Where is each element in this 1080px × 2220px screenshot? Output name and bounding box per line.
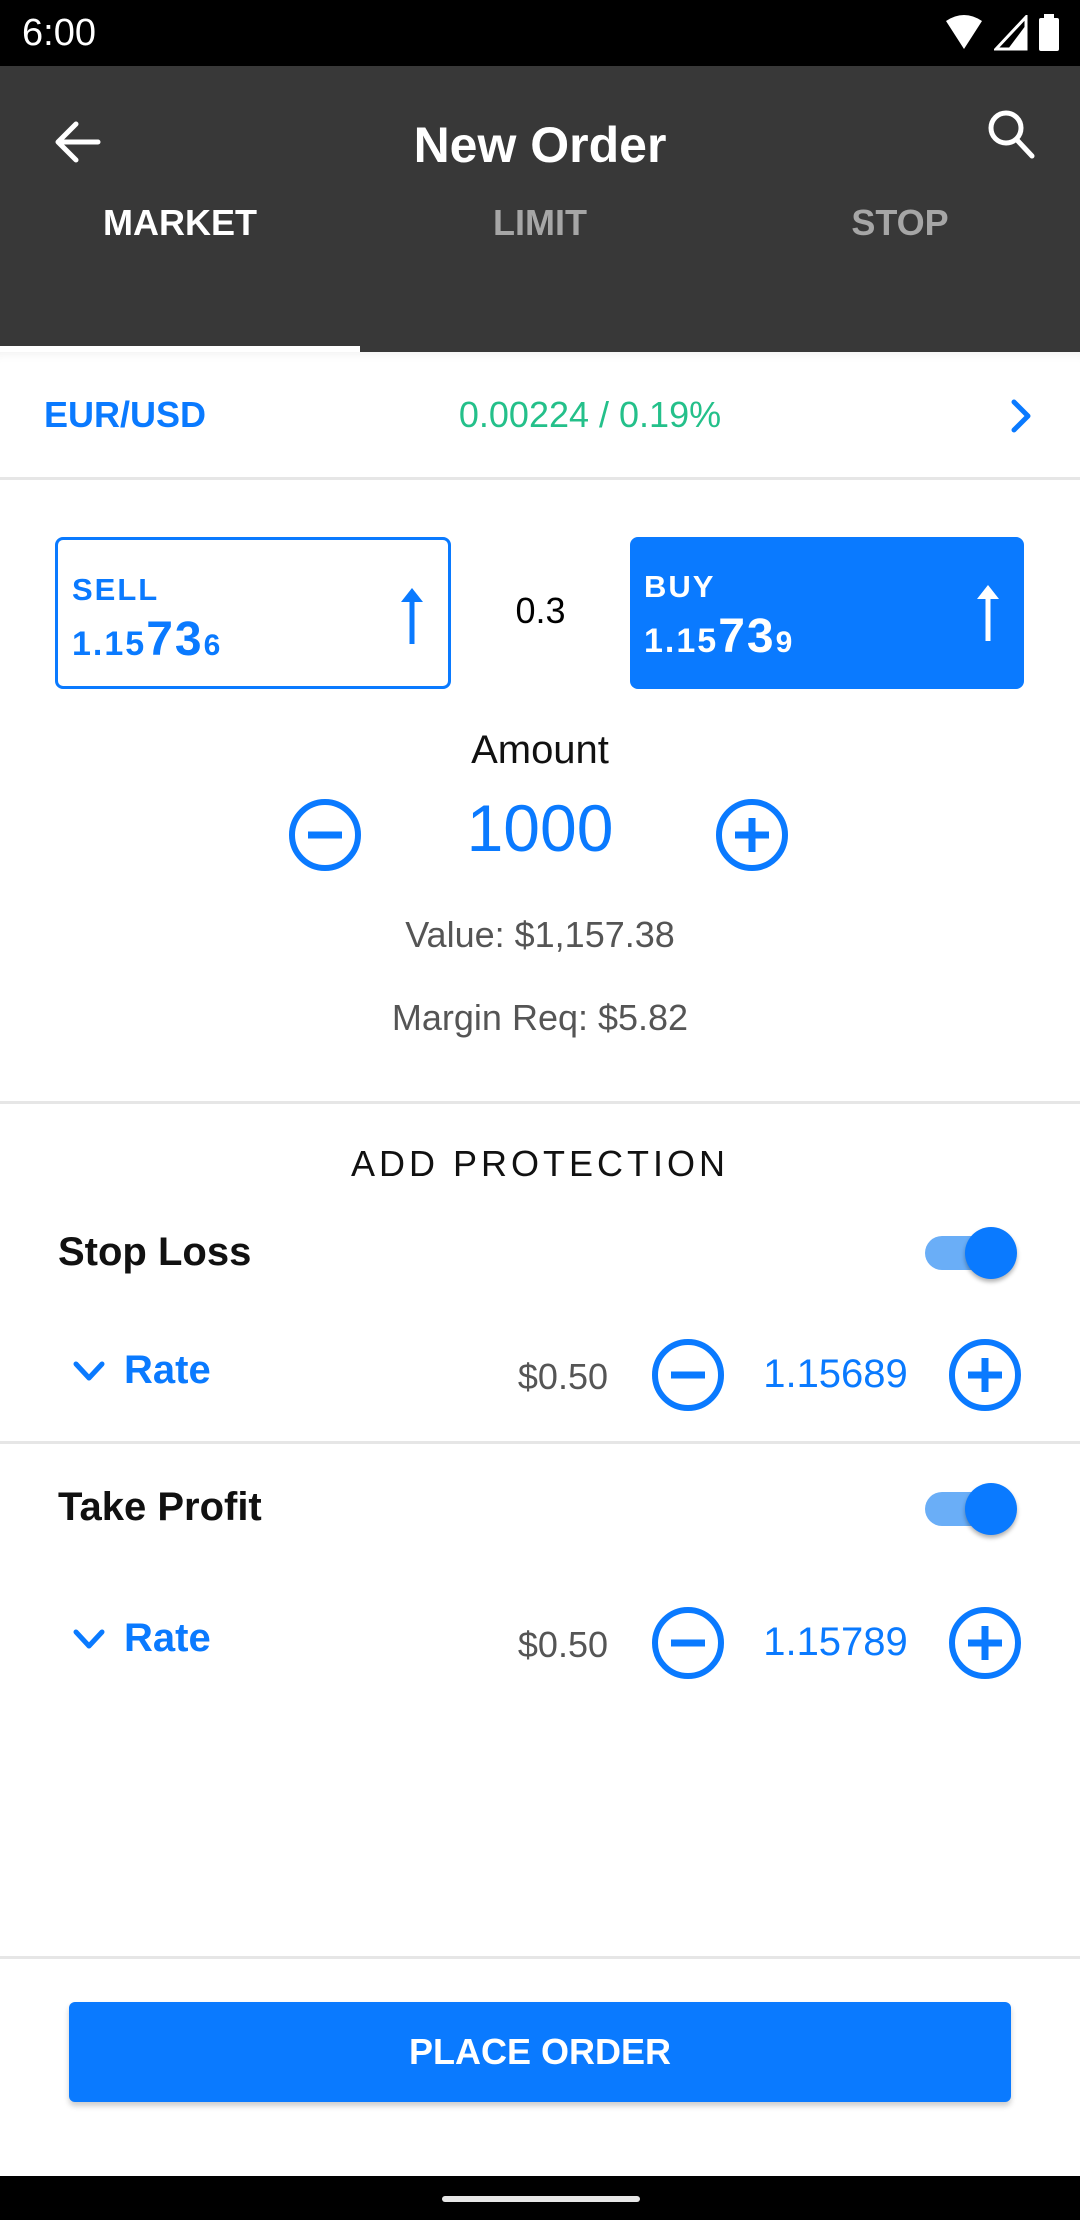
tab-stop[interactable]: STOP [720, 202, 1080, 352]
protection-title: ADD PROTECTION [350, 1143, 729, 1184]
status-bar: 6:00 [0, 0, 1080, 66]
stop-loss-rate-label: Rate [124, 1348, 211, 1392]
chevron-right-icon [1011, 399, 1031, 433]
tab-market[interactable]: MARKET [0, 202, 360, 352]
amount-increase-button[interactable] [715, 798, 789, 872]
page-title: New Order [413, 117, 667, 173]
tab-limit-label: LIMIT [493, 202, 587, 243]
take-profit-rate-dropdown[interactable]: Rate [72, 1616, 211, 1661]
instrument-selector[interactable]: EUR/USD 0.00224 / 0.19% [0, 352, 1080, 480]
buy-button[interactable]: BUY 1.15739 [630, 537, 1024, 689]
divider [0, 1101, 1080, 1104]
battery-icon [1039, 14, 1059, 51]
take-profit-rate-label: Rate [124, 1616, 211, 1660]
search-button[interactable] [982, 106, 1038, 162]
buy-price-pips: 73 [718, 610, 776, 663]
take-profit-increase-button[interactable] [948, 1606, 1022, 1680]
take-profit-cost: $0.50 [517, 1624, 608, 1665]
toggle-thumb [965, 1483, 1017, 1535]
status-icons [944, 14, 1060, 52]
buy-price-fraction: 9 [775, 626, 795, 659]
tab-stop-label: STOP [851, 202, 949, 243]
chevron-down-icon [73, 1361, 105, 1380]
plus-circle-icon [949, 1339, 1021, 1411]
instrument-change: 0.00224 / 0.19% [458, 394, 722, 435]
arrow-up-icon [977, 585, 999, 641]
spread-value: 0.3 [515, 590, 566, 631]
minus-circle-icon [652, 1339, 724, 1411]
plus-circle-icon [949, 1607, 1021, 1679]
take-profit-decrease-button[interactable] [651, 1606, 725, 1680]
order-type-tabs: MARKET LIMIT STOP [0, 202, 1080, 352]
signal-icon [994, 15, 1028, 51]
place-order-button[interactable]: PLACE ORDER [69, 2002, 1011, 2102]
take-profit-label: Take Profit [58, 1485, 262, 1529]
stop-loss-rate-value[interactable]: 1.15689 [748, 1352, 923, 1397]
sell-price-pips: 73 [146, 613, 204, 666]
stop-loss-label: Stop Loss [58, 1230, 252, 1274]
buy-price: 1.15739 [644, 609, 794, 664]
take-profit-toggle[interactable] [925, 1480, 1017, 1540]
margin-requirement: Margin Req: $5.82 [391, 997, 689, 1038]
status-time: 6:00 [22, 12, 96, 54]
sell-price-fraction: 6 [203, 629, 223, 662]
sell-price-prefix: 1.15 [72, 625, 147, 663]
sell-button[interactable]: SELL 1.15736 [55, 537, 451, 689]
divider [0, 1441, 1080, 1444]
tab-limit[interactable]: LIMIT [360, 202, 720, 352]
stop-loss-decrease-button[interactable] [651, 1338, 725, 1412]
stop-loss-cost: $0.50 [517, 1356, 608, 1397]
search-icon [988, 110, 1035, 159]
take-profit-rate-value[interactable]: 1.15789 [748, 1620, 923, 1665]
sell-price: 1.15736 [72, 612, 222, 667]
order-value: Value: $1,157.38 [405, 914, 675, 955]
stop-loss-increase-button[interactable] [948, 1338, 1022, 1412]
stop-loss-toggle[interactable] [925, 1224, 1017, 1284]
chevron-down-icon [73, 1629, 105, 1648]
sell-label: SELL [72, 572, 160, 607]
amount-value[interactable]: 1000 [0, 790, 1080, 866]
toggle-thumb [965, 1227, 1017, 1279]
system-nav-bar [0, 2176, 1080, 2220]
stop-loss-rate-dropdown[interactable]: Rate [72, 1348, 211, 1393]
minus-circle-icon [652, 1607, 724, 1679]
home-handle[interactable] [442, 2196, 640, 2202]
amount-label: Amount [471, 728, 609, 772]
tab-market-label: MARKET [103, 202, 257, 243]
plus-circle-icon [716, 799, 788, 871]
arrow-up-icon [401, 588, 423, 644]
buy-price-prefix: 1.15 [644, 622, 719, 660]
buy-label: BUY [644, 569, 716, 604]
app-bar: New Order MARKET LIMIT STOP [0, 66, 1080, 352]
wifi-icon [946, 15, 982, 49]
divider [0, 1956, 1080, 1959]
